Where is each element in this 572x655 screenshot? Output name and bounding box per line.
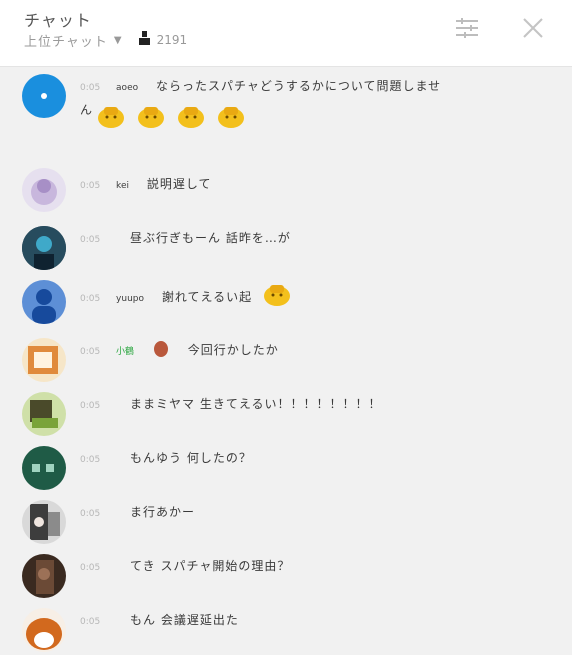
message-text: てき スパチャ開始の理由？ [130, 559, 291, 573]
person-icon [138, 31, 151, 49]
message-timestamp: 0:05 [80, 455, 101, 465]
close-icon [523, 18, 543, 38]
message-text: 今回行かしたか [187, 343, 279, 357]
avatar[interactable] [22, 226, 66, 270]
message-timestamp: 0:05 [80, 401, 101, 411]
avatar[interactable] [22, 608, 66, 652]
message-author[interactable]: aoeo [116, 83, 138, 93]
message-timestamp: 0:05 [80, 617, 101, 627]
message-line: 0:05 kei 説明遅して [80, 173, 548, 197]
avatar[interactable] [22, 446, 66, 490]
chat-mode-row: 上位チャット ▼ 2191 [24, 30, 187, 50]
chat-message: 0:05 てき スパチャ開始の理由？ [0, 547, 572, 601]
message-timestamp: 0:05 [80, 235, 101, 245]
message-line: 0:05 ままミヤマ 生きてえるい！！！！！！！！ [80, 393, 548, 417]
avatar[interactable] [22, 554, 66, 598]
message-line: 0:05 もんゆう 何したの？ [80, 447, 548, 471]
emoji-icon [176, 103, 206, 133]
chat-message: 0:05 ま行あかー [0, 493, 572, 547]
message-text: もんゆう 何したの？ [130, 451, 252, 465]
message-line: 0:05 ま行あかー [80, 501, 548, 525]
chat-message: 0:05 もんゆう 何したの？ [0, 439, 572, 493]
chat-title: チャット [24, 11, 92, 30]
message-line: 0:05 yuupo 謝れてえるい起 [80, 281, 548, 314]
moderator-badge-icon [152, 340, 170, 365]
message-timestamp: 0:05 [80, 563, 101, 573]
emoji-row [96, 103, 251, 133]
emoji-icon [216, 103, 246, 133]
message-text: ま行あかー [130, 505, 196, 519]
emoji-icon [136, 103, 166, 133]
message-timestamp: 0:05 [80, 181, 101, 191]
close-button[interactable] [519, 14, 547, 42]
message-timestamp: 0:05 [80, 294, 101, 304]
message-author[interactable]: 小鶴 [116, 347, 134, 357]
avatar[interactable] [22, 74, 66, 118]
chat-message-list[interactable]: 0:05 aoeo ならったスパチャどうするかについて問題しませ ん 0:05 … [0, 67, 572, 655]
message-text: ままミヤマ 生きてえるい！！！！！！！！ [130, 397, 382, 411]
avatar[interactable] [22, 500, 66, 544]
avatar[interactable] [22, 280, 66, 324]
avatar[interactable] [22, 392, 66, 436]
chat-message: 0:05 小鶴 今回行かしたか [0, 331, 572, 385]
message-line: 0:05 小鶴 今回行かしたか [80, 339, 548, 365]
message-text: もん 会議遅延出た [130, 613, 239, 627]
chevron-down-icon[interactable]: ▼ [114, 35, 122, 46]
message-text: 昼ぶ行ぎもーん 話昨を…が [130, 231, 291, 245]
message-timestamp: 0:05 [80, 83, 101, 93]
emoji-icon [262, 281, 292, 314]
emoji-icon [96, 103, 126, 133]
chat-message: 0:05 yuupo 謝れてえるい起 [0, 273, 572, 331]
top-chat-dropdown[interactable]: 上位チャット [24, 31, 108, 50]
message-line: 0:05 昼ぶ行ぎもーん 話昨を…が [80, 227, 548, 251]
message-author[interactable]: kei [116, 181, 129, 191]
chat-message: 0:05 ままミヤマ 生きてえるい！！！！！！！！ [0, 385, 572, 439]
message-text: 説明遅して [146, 177, 212, 191]
avatar[interactable] [22, 338, 66, 382]
chat-header: チャット 上位チャット ▼ 2191 [0, 0, 572, 67]
message-text: 謝れてえるい起 [161, 290, 253, 304]
chat-message: 0:05 昼ぶ行ぎもーん 話昨を…が [0, 219, 572, 273]
message-line: 0:05 もん 会議遅延出た [80, 609, 548, 633]
message-timestamp: 0:05 [80, 347, 101, 357]
message-timestamp: 0:05 [80, 509, 101, 519]
viewer-count: 2191 [156, 33, 188, 47]
chat-message: 0:05 aoeo ならったスパチャどうするかについて問題しませ ん [0, 67, 572, 153]
message-author[interactable]: yuupo [116, 294, 144, 304]
avatar[interactable] [22, 168, 66, 212]
chat-message: 0:05 kei 説明遅して [0, 153, 572, 219]
settings-button[interactable] [453, 14, 481, 42]
chat-message: 0:05 もん 会議遅延出た [0, 601, 572, 655]
message-line: 0:05 てき スパチャ開始の理由？ [80, 555, 548, 579]
settings-icon [456, 18, 478, 38]
